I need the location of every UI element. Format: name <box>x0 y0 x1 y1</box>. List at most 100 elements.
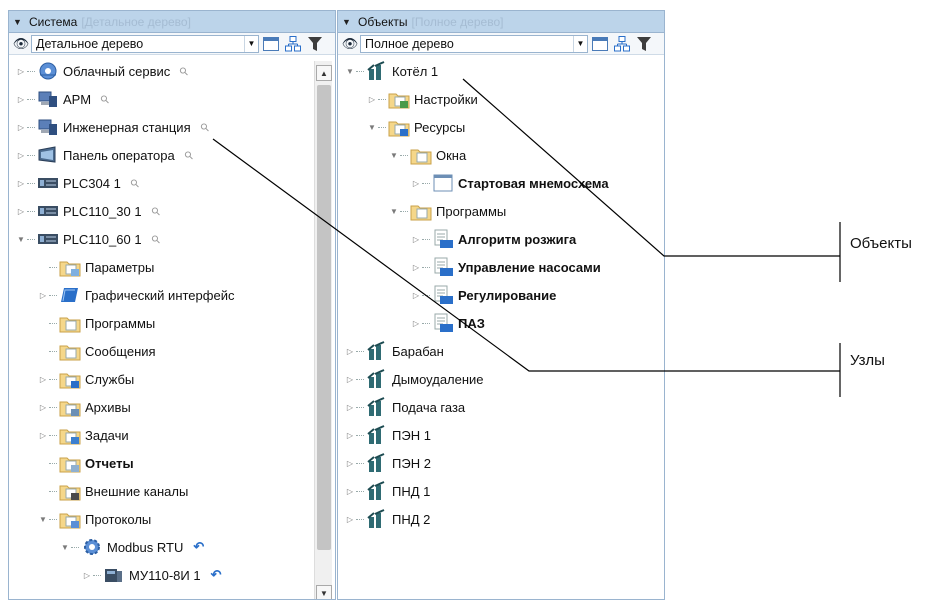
expanded-arrow-icon[interactable]: ▼ <box>388 207 400 216</box>
tree-item[interactable]: ▷ Инженерная станция ⚲ <box>9 113 335 141</box>
collapsed-arrow-icon[interactable]: ▷ <box>15 95 27 104</box>
pin-icon[interactable]: ⚲ <box>197 120 212 134</box>
collapsed-arrow-icon[interactable]: ▷ <box>344 487 356 496</box>
tree-item[interactable]: ▷ АРМ ⚲ <box>9 85 335 113</box>
pin-icon[interactable]: ⚲ <box>98 92 112 106</box>
expanded-arrow-icon[interactable]: ▼ <box>388 151 400 160</box>
tree-mode-select[interactable]: Детальное дерево ▼ <box>31 34 259 53</box>
collapsed-arrow-icon[interactable]: ▷ <box>410 235 422 244</box>
tree-item[interactable]: ▷ Облачный сервис ⚲ <box>9 57 335 85</box>
collapsed-arrow-icon[interactable]: ▷ <box>37 403 49 412</box>
tree-item[interactable]: ▷ Архивы <box>9 393 335 421</box>
collapsed-arrow-icon[interactable]: ▷ <box>37 431 49 440</box>
tree-item[interactable]: ▷ Панель оператора ⚲ <box>9 141 335 169</box>
tree-item[interactable]: ▼ Окна <box>338 141 664 169</box>
collapsed-arrow-icon[interactable]: ▷ <box>15 207 27 216</box>
tree-item[interactable]: ▷ Настройки <box>338 85 664 113</box>
tree-view-icon[interactable] <box>283 35 303 53</box>
chevron-down-icon[interactable]: ▼ <box>244 35 258 52</box>
collapsed-arrow-icon[interactable]: ▷ <box>37 291 49 300</box>
collapsed-arrow-icon[interactable]: ▷ <box>344 347 356 356</box>
tree-item[interactable]: ▷ Службы <box>9 365 335 393</box>
tree-item[interactable]: ▼ Ресурсы <box>338 113 664 141</box>
tree-item[interactable]: ▼ PLC110_60 1 ⚲ <box>9 225 335 253</box>
tree-item[interactable]: ▼ Modbus RTU ↶ <box>9 533 335 561</box>
tree-item[interactable]: ▼ Программы <box>338 197 664 225</box>
collapsed-arrow-icon[interactable]: ▷ <box>410 179 422 188</box>
eye-icon[interactable]: 👁 <box>340 36 360 52</box>
tree-item[interactable]: ▷ ПНД 1 <box>338 477 664 505</box>
filter-icon[interactable] <box>305 35 325 53</box>
collapsed-arrow-icon[interactable]: ▷ <box>344 403 356 412</box>
tree-item[interactable]: ▷ ПНД 2 <box>338 505 664 533</box>
tree-item[interactable]: · Сообщения <box>9 337 335 365</box>
collapsed-arrow-icon[interactable]: ▷ <box>410 263 422 272</box>
tree-item[interactable]: ▷ Подача газа <box>338 393 664 421</box>
collapsed-arrow-icon[interactable]: ▷ <box>344 459 356 468</box>
tree-item[interactable]: ▷ Дымоудаление <box>338 365 664 393</box>
tree-item[interactable]: ▷ Барабан <box>338 337 664 365</box>
tree-item[interactable]: ▷ Задачи <box>9 421 335 449</box>
list-view-icon[interactable] <box>261 35 281 53</box>
collapsed-arrow-icon[interactable]: ▷ <box>344 431 356 440</box>
pin-icon[interactable]: ⚲ <box>148 204 163 218</box>
collapsed-arrow-icon[interactable]: ▷ <box>15 151 27 160</box>
pin-icon[interactable]: ⚲ <box>177 64 192 78</box>
tree-item[interactable]: · Внешние каналы <box>9 477 335 505</box>
collapsed-arrow-icon[interactable]: ▷ <box>410 319 422 328</box>
tree-item[interactable]: ▷ PLC304 1 ⚲ <box>9 169 335 197</box>
filter-icon[interactable] <box>634 35 654 53</box>
collapsed-arrow-icon[interactable]: ▷ <box>410 291 422 300</box>
objects-panel-header[interactable]: ▼ Объекты [Полное дерево] <box>338 11 664 33</box>
tree-item[interactable]: ▷ PLC110_30 1 ⚲ <box>9 197 335 225</box>
tree-item[interactable]: ▷ Регулирование <box>338 281 664 309</box>
collapsed-arrow-icon[interactable]: ▷ <box>15 179 27 188</box>
collapsed-arrow-icon[interactable]: ▷ <box>366 95 378 104</box>
pin-icon[interactable]: ⚲ <box>127 176 142 190</box>
vertical-scrollbar[interactable]: ▲ ▼ <box>314 61 332 599</box>
tree-view-icon[interactable] <box>612 35 632 53</box>
undo-icon[interactable]: ↶ <box>211 567 222 583</box>
collapse-arrow-icon[interactable]: ▼ <box>13 17 29 27</box>
plant-object-icon <box>366 425 388 445</box>
collapse-arrow-icon[interactable]: ▼ <box>342 17 358 27</box>
tree-connector <box>49 406 57 408</box>
tree-item[interactable]: ▷ ПЭН 1 <box>338 421 664 449</box>
tree-item[interactable]: ▷ Управление насосами <box>338 253 664 281</box>
scroll-down-icon[interactable]: ▼ <box>316 585 332 599</box>
pin-icon[interactable]: ⚲ <box>148 232 163 246</box>
expanded-arrow-icon[interactable]: ▼ <box>59 543 71 552</box>
tree-item[interactable]: ▷ Графический интерфейс <box>9 281 335 309</box>
collapsed-arrow-icon[interactable]: ▷ <box>344 375 356 384</box>
expanded-arrow-icon[interactable]: ▼ <box>15 235 27 244</box>
tree-item[interactable]: ▷ ПАЗ <box>338 309 664 337</box>
collapsed-arrow-icon[interactable]: ▷ <box>15 123 27 132</box>
expanded-arrow-icon[interactable]: ▼ <box>366 123 378 132</box>
tree-item[interactable]: ▼ Протоколы <box>9 505 335 533</box>
system-panel-toolbar: 👁 Детальное дерево ▼ <box>9 33 335 55</box>
tree-item[interactable]: ▼ Котёл 1 <box>338 57 664 85</box>
tree-item[interactable]: ▷ Стартовая мнемосхема <box>338 169 664 197</box>
system-panel-header[interactable]: ▼ Система [Детальное дерево] <box>9 11 335 33</box>
tree-item[interactable]: ▷ Алгоритм розжига <box>338 225 664 253</box>
tree-item[interactable]: ▷ ПЭН 2 <box>338 449 664 477</box>
collapsed-arrow-icon[interactable]: ▷ <box>344 515 356 524</box>
scroll-thumb[interactable] <box>317 85 331 550</box>
collapsed-arrow-icon[interactable]: ▷ <box>15 67 27 76</box>
tree-item[interactable]: ▷ МУ110-8И 1 ↶ <box>9 561 335 589</box>
chevron-down-icon[interactable]: ▼ <box>573 35 587 52</box>
tree-item[interactable]: · Отчеты <box>9 449 335 477</box>
tree-item[interactable]: · Программы <box>9 309 335 337</box>
collapsed-arrow-icon[interactable]: ▷ <box>37 375 49 384</box>
pin-icon[interactable]: ⚲ <box>181 148 196 162</box>
list-view-icon[interactable] <box>590 35 610 53</box>
undo-icon[interactable]: ↶ <box>193 539 204 555</box>
tree-item[interactable]: · Параметры <box>9 253 335 281</box>
expanded-arrow-icon[interactable]: ▼ <box>37 515 49 524</box>
eye-icon[interactable]: 👁 <box>11 36 31 52</box>
tree-mode-select[interactable]: Полное дерево ▼ <box>360 34 588 53</box>
expanded-arrow-icon[interactable]: ▼ <box>344 67 356 76</box>
collapsed-arrow-icon[interactable]: ▷ <box>81 571 93 580</box>
scroll-up-icon[interactable]: ▲ <box>316 65 332 81</box>
tree-item-label: ПНД 1 <box>392 483 431 499</box>
